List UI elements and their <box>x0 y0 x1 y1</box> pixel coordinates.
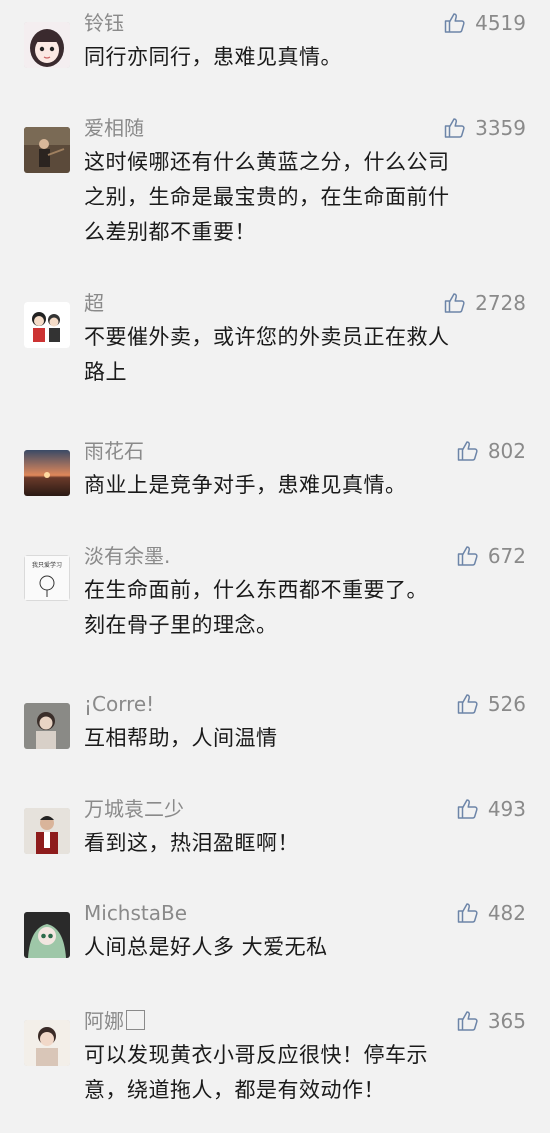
comment-list-page: { "comments": [ {"user": "铃钰", "likes": … <box>0 0 550 1133</box>
comment-username-text: 阿娜 <box>84 1009 124 1033</box>
thumbs-up-icon <box>457 546 478 566</box>
comment-text: 人间总是好人多 大爱无私 <box>84 930 504 965</box>
comment-text-line: 同行亦同行，患难见真情。 <box>84 45 342 69</box>
avatar[interactable] <box>24 703 70 749</box>
comment-text-line: 看到这，热泪盈眶啊！ <box>84 831 299 855</box>
like-button[interactable]: 4519 <box>443 10 526 36</box>
like-button[interactable]: 526 <box>456 691 526 717</box>
like-count: 2728 <box>475 291 526 315</box>
comment-text: 看到这，热泪盈眶啊！ <box>84 826 504 861</box>
comment-text: 不要催外卖，或许您的外卖员正在救人 路上 <box>84 320 504 390</box>
thumbs-up-icon <box>444 13 465 33</box>
thumbs-up-icon <box>457 1011 478 1031</box>
like-count: 493 <box>487 797 526 821</box>
thumbs-up-icon <box>444 293 465 313</box>
comment-text-line: 这时候哪还有什么黄蓝之分，什么公司 <box>84 150 450 174</box>
thumbs-up-icon <box>444 118 465 138</box>
like-button[interactable]: 2728 <box>443 290 526 316</box>
comment-text-line: 刻在骨子里的理念。 <box>84 613 278 637</box>
like-count: 672 <box>487 544 526 568</box>
comment-username[interactable]: 爱相随 <box>84 115 144 141</box>
comment-text-line: 之别，生命是最宝贵的，在生命面前什 <box>84 185 450 209</box>
comment-username[interactable]: 雨花石 <box>84 438 144 464</box>
comment-text-line: 可以发现黄衣小哥反应很快！停车示 <box>84 1043 428 1067</box>
avatar-caption: 我只爱学习 <box>32 561 62 569</box>
comment-text-line: 在生命面前，什么东西都不重要了。 <box>84 578 428 602</box>
thumbs-up-icon <box>457 694 478 714</box>
comment-text-line: 互相帮助，人间温情 <box>84 726 278 750</box>
comment-text: 互相帮助，人间温情 <box>84 721 504 756</box>
comment-username[interactable]: 淡有余墨. <box>84 543 170 569</box>
comment-username[interactable]: ¡Corre! <box>84 691 154 717</box>
comment-text-line: 意，绕道拖人，都是有效动作！ <box>84 1078 385 1102</box>
comment-username[interactable]: 铃钰 <box>84 10 124 36</box>
comment-text: 在生命面前，什么东西都不重要了。 刻在骨子里的理念。 <box>84 573 504 643</box>
thumbs-up-icon <box>457 441 478 461</box>
avatar[interactable]: 我只爱学习 <box>24 555 70 601</box>
comment-text-line: 不要催外卖，或许您的外卖员正在救人 <box>84 325 450 349</box>
avatar[interactable] <box>24 912 70 958</box>
comment-username[interactable]: 超 <box>84 290 104 316</box>
avatar[interactable] <box>24 808 70 854</box>
comment-username[interactable]: MichstaBe <box>84 900 187 926</box>
comment-text-line: 人间总是好人多 大爱无私 <box>84 935 328 959</box>
like-count: 526 <box>487 692 526 716</box>
avatar[interactable] <box>24 302 70 348</box>
thumbs-up-icon <box>457 799 478 819</box>
like-count: 3359 <box>475 116 526 140</box>
thumbs-up-icon <box>457 903 478 923</box>
like-button[interactable]: 365 <box>456 1008 526 1034</box>
avatar[interactable] <box>24 22 70 68</box>
like-button[interactable]: 3359 <box>443 115 526 141</box>
comment-text: 商业上是竞争对手，患难见真情。 <box>84 468 504 503</box>
like-button[interactable]: 493 <box>456 796 526 822</box>
like-count: 365 <box>487 1009 526 1033</box>
comment-text-line: 商业上是竞争对手，患难见真情。 <box>84 473 407 497</box>
comment-username[interactable]: 万城袁二少 <box>84 796 184 822</box>
avatar[interactable] <box>24 450 70 496</box>
like-count: 4519 <box>475 11 526 35</box>
like-button[interactable]: 802 <box>456 438 526 464</box>
avatar[interactable] <box>24 1020 70 1066</box>
missing-glyph-box <box>126 1010 145 1030</box>
like-count: 482 <box>487 901 526 925</box>
like-button[interactable]: 672 <box>456 543 526 569</box>
comment-text-line: 路上 <box>84 360 127 384</box>
comment-text-line: 么差别都不重要！ <box>84 220 256 244</box>
comment-text: 这时候哪还有什么黄蓝之分，什么公司 之别，生命是最宝贵的，在生命面前什 么差别都… <box>84 145 504 250</box>
comment-text: 可以发现黄衣小哥反应很快！停车示 意，绕道拖人，都是有效动作！ <box>84 1038 504 1108</box>
avatar[interactable] <box>24 127 70 173</box>
like-count: 802 <box>487 439 526 463</box>
like-button[interactable]: 482 <box>456 900 526 926</box>
comment-username[interactable]: 阿娜 <box>84 1008 145 1034</box>
comment-text: 同行亦同行，患难见真情。 <box>84 40 504 75</box>
